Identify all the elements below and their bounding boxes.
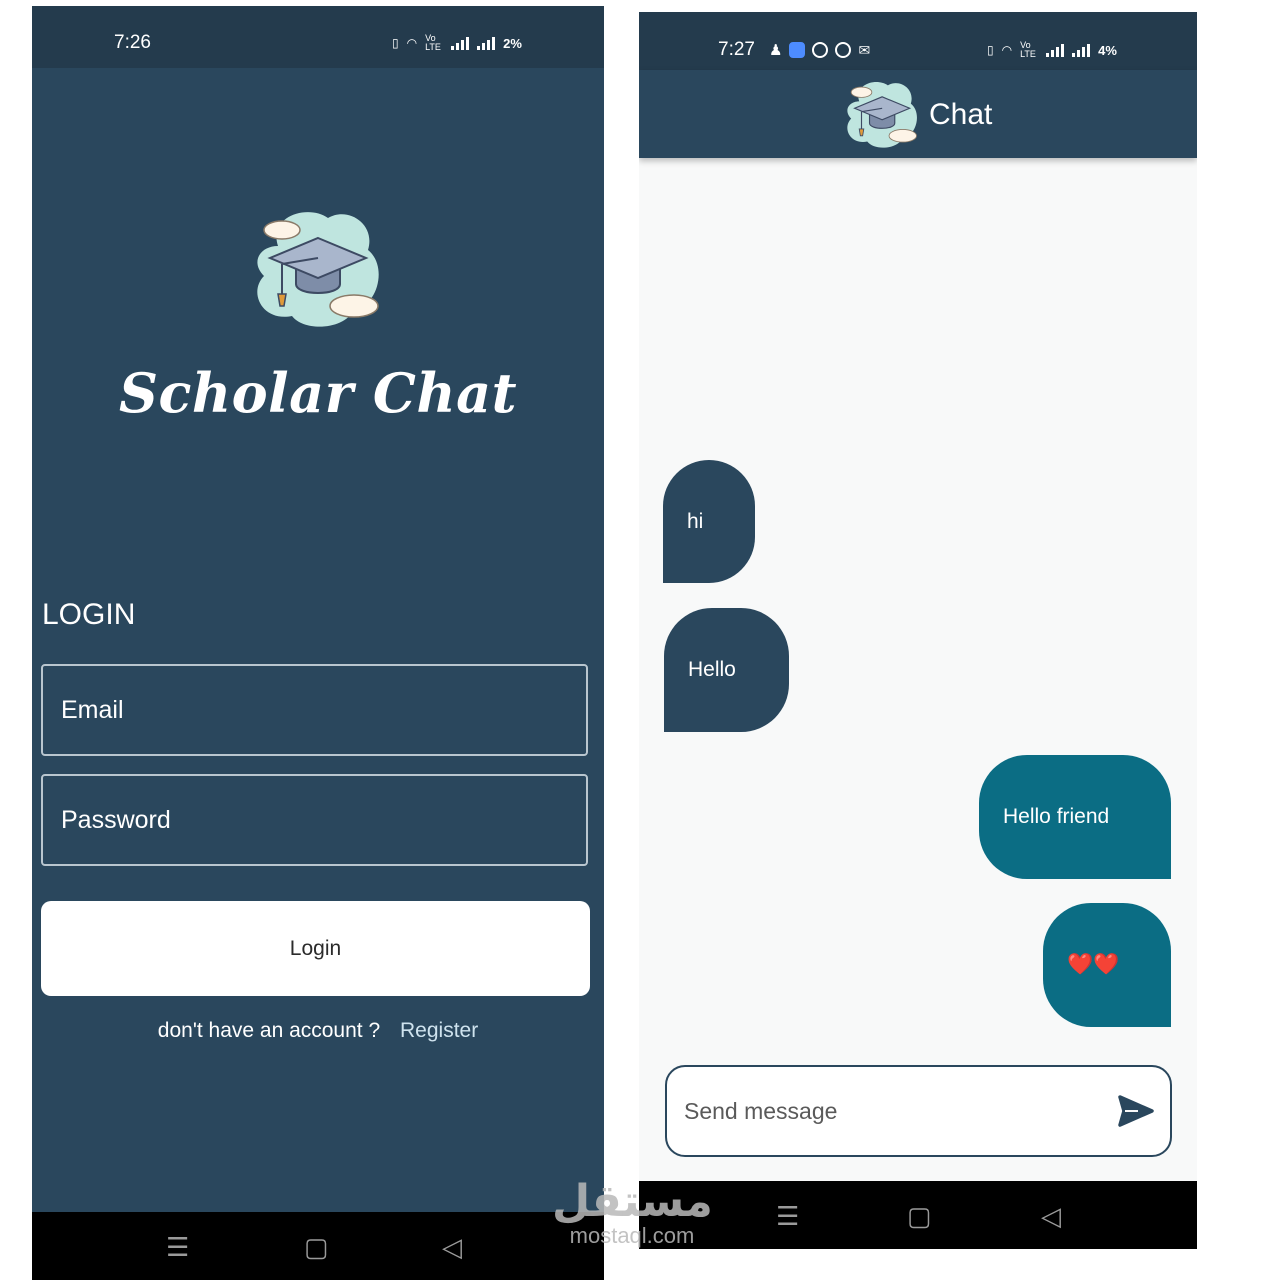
message-input[interactable]: Send message bbox=[665, 1065, 1172, 1157]
navigation-bar: ☰ ▢ ◁ bbox=[639, 1181, 1197, 1249]
app-notification-icon bbox=[835, 42, 852, 58]
no-account-text: don't have an account ? bbox=[157, 1019, 381, 1042]
menu-icon[interactable]: ☰ bbox=[166, 1234, 189, 1260]
chat-title: Chat bbox=[929, 98, 993, 131]
vibrate-icon: ▯ bbox=[392, 36, 399, 50]
send-icon[interactable] bbox=[1118, 1095, 1154, 1127]
status-bar: 7:26 ▯ ◠ Vo LTE 2% bbox=[32, 6, 604, 68]
watermark-latin: mostaql.com bbox=[569, 1223, 695, 1248]
login-button[interactable]: Login bbox=[41, 901, 590, 996]
app-notification-icon bbox=[789, 42, 806, 58]
signal-icon bbox=[1046, 43, 1065, 57]
register-row: don't have an account ? Register bbox=[32, 1019, 604, 1043]
message-placeholder: Send message bbox=[684, 1098, 838, 1124]
sent-message: Hello friend bbox=[979, 755, 1171, 879]
email-placeholder: Email bbox=[61, 696, 124, 724]
chat-app-bar: Chat bbox=[639, 70, 1197, 158]
message-text: hi bbox=[687, 509, 704, 533]
register-link[interactable]: Register bbox=[400, 1019, 478, 1042]
received-message: hi bbox=[663, 460, 755, 583]
wifi-icon: ◠ bbox=[406, 36, 418, 50]
sent-message: ❤️❤️ bbox=[1043, 903, 1171, 1027]
status-bar: 7:27 ♟ ✉ ▯ ◠ Vo LTE 4% bbox=[639, 12, 1197, 70]
volte-label: Vo LTE bbox=[425, 33, 441, 52]
message-text: Hello bbox=[688, 658, 736, 681]
volte-label: Vo LTE bbox=[1020, 40, 1036, 59]
navigation-bar: ☰ ▢ ◁ bbox=[32, 1212, 604, 1280]
home-icon[interactable]: ▢ bbox=[304, 1234, 329, 1260]
status-icons: ▯ ◠ Vo LTE 2% bbox=[392, 34, 522, 52]
message-text: ❤️❤️ bbox=[1067, 953, 1120, 976]
gmail-icon: ✉ bbox=[858, 41, 871, 58]
signal-icon bbox=[477, 36, 496, 50]
received-message: Hello bbox=[664, 608, 789, 732]
password-field[interactable]: Password bbox=[41, 774, 588, 866]
chat-screen: 7:27 ♟ ✉ ▯ ◠ Vo LTE 4% Chat hi Hello Hel… bbox=[639, 12, 1197, 1249]
signal-icon bbox=[451, 36, 470, 50]
home-icon[interactable]: ▢ bbox=[907, 1203, 932, 1229]
battery-level: 4% bbox=[1098, 42, 1117, 58]
status-time: 7:26 bbox=[114, 32, 151, 53]
login-screen: 7:26 ▯ ◠ Vo LTE 2% Scholar Chat LOGIN Em… bbox=[32, 6, 604, 1280]
back-icon[interactable]: ◁ bbox=[1041, 1203, 1061, 1229]
watermark: مستقل mostaql.com bbox=[552, 1176, 713, 1248]
battery-level: 2% bbox=[503, 35, 522, 51]
record-icon bbox=[812, 42, 829, 58]
status-icons: ▯ ◠ Vo LTE 4% bbox=[987, 41, 1117, 59]
graduation-cap-logo bbox=[257, 212, 379, 327]
message-text: Hello friend bbox=[1003, 805, 1110, 828]
wifi-icon: ◠ bbox=[1001, 43, 1013, 57]
signal-icon bbox=[1072, 43, 1091, 57]
watermark-arabic: مستقل bbox=[552, 1176, 713, 1227]
password-placeholder: Password bbox=[61, 806, 171, 834]
app-title: Scholar Chat bbox=[118, 361, 518, 425]
back-icon[interactable]: ◁ bbox=[442, 1234, 462, 1260]
login-heading: LOGIN bbox=[42, 598, 136, 631]
vibrate-icon: ▯ bbox=[987, 43, 994, 57]
graduation-cap-logo bbox=[847, 81, 917, 148]
snapchat-icon: ♟ bbox=[769, 42, 783, 59]
email-field[interactable]: Email bbox=[41, 664, 588, 756]
menu-icon[interactable]: ☰ bbox=[776, 1203, 799, 1229]
status-time: 7:27 bbox=[718, 39, 755, 60]
notification-icons: ♟ ✉ bbox=[769, 41, 871, 60]
